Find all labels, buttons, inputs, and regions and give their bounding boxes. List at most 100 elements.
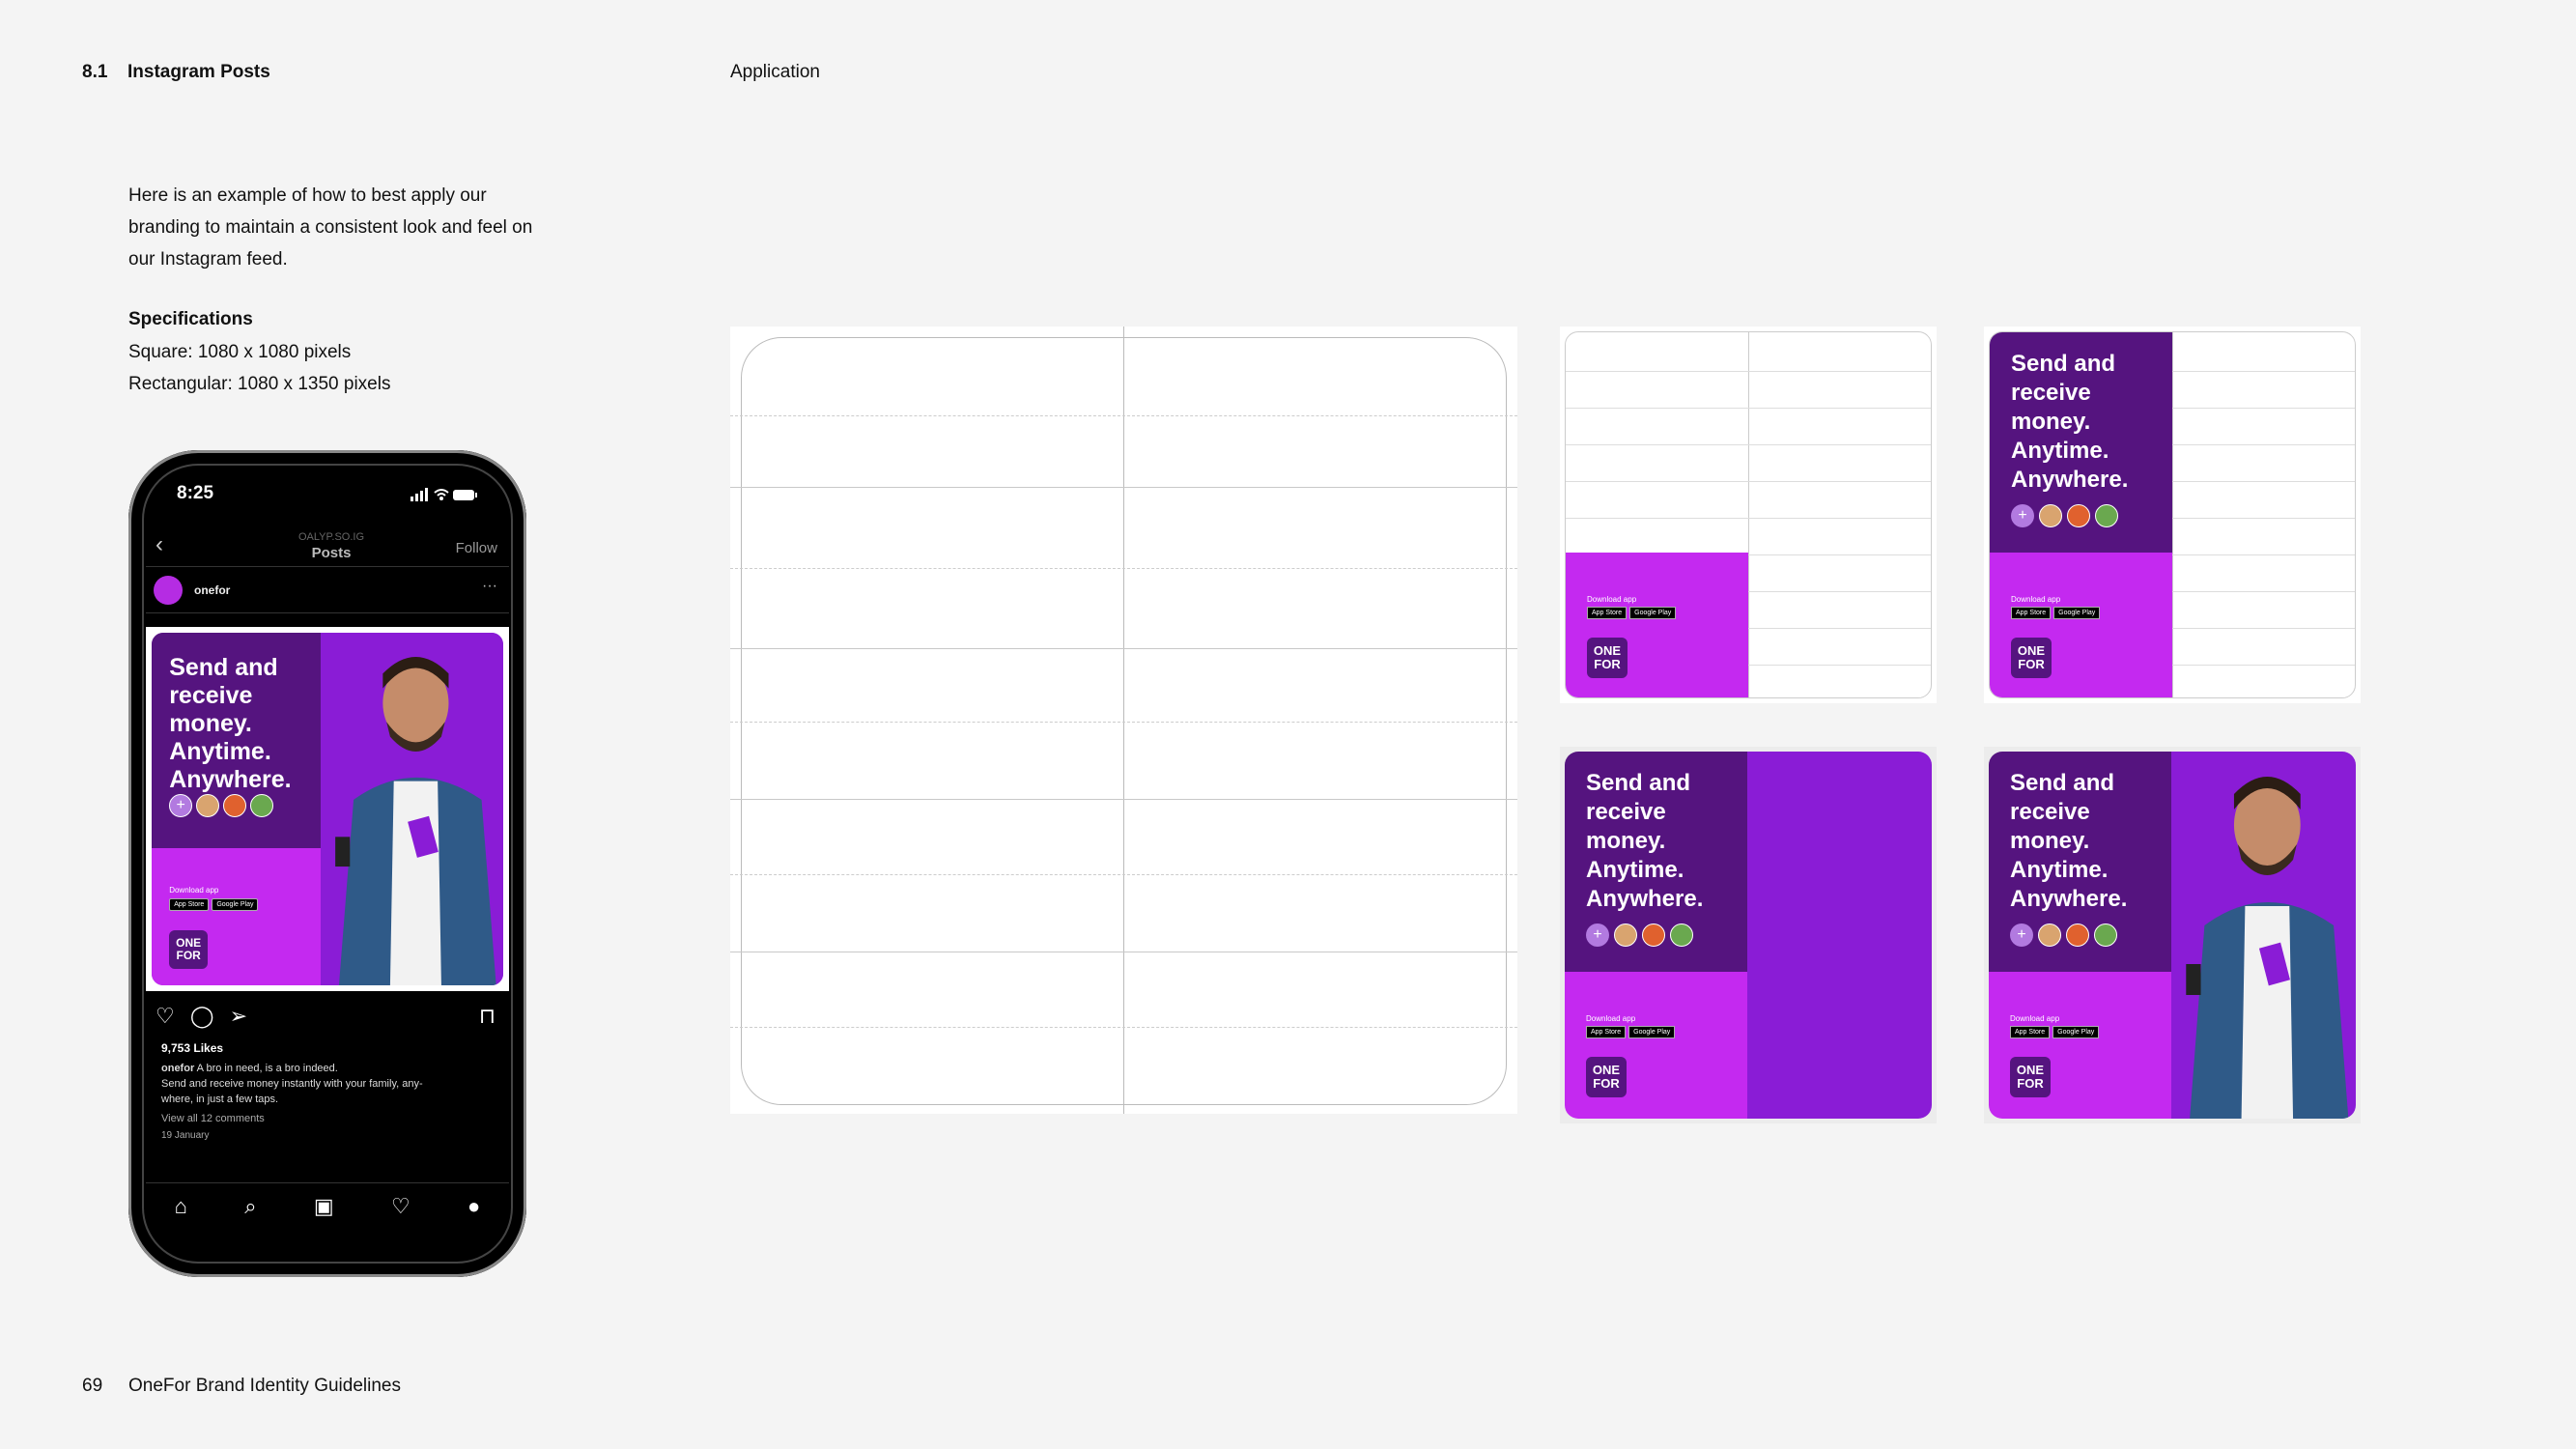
caption-username[interactable]: onefor bbox=[161, 1063, 194, 1074]
avatar bbox=[2066, 923, 2089, 947]
panel-dark: Send and receive money. Anytime. Anywher… bbox=[1990, 332, 2172, 553]
view-comments-link[interactable]: View all 12 comments bbox=[161, 1111, 490, 1126]
activity-heart-icon[interactable]: ♡ bbox=[391, 1194, 410, 1219]
heart-icon[interactable]: ♡ bbox=[156, 1004, 175, 1028]
plus-icon: + bbox=[2011, 504, 2034, 527]
google-play-badge[interactable]: Google Play bbox=[2052, 1026, 2100, 1038]
comment-icon[interactable]: ◯ bbox=[190, 1004, 214, 1028]
avatar[interactable] bbox=[154, 576, 183, 605]
signal-wifi-battery-icon bbox=[410, 488, 477, 501]
avatar bbox=[2095, 504, 2118, 527]
download-label: Download app bbox=[2011, 595, 2061, 604]
status-time: 8:25 bbox=[177, 483, 214, 503]
logo-line-2: FOR bbox=[1593, 1076, 1620, 1091]
application-label: Application bbox=[730, 62, 820, 82]
grid-row-line bbox=[1566, 408, 1931, 409]
instagram-post-image[interactable]: Send and receive money. Anytime. Anywher… bbox=[146, 627, 509, 991]
store-badges: App Store Google Play bbox=[2011, 607, 2101, 619]
onefor-logo: ONE FOR bbox=[2010, 1057, 2051, 1097]
store-badges: App Store Google Play bbox=[1586, 1026, 1676, 1038]
panel-magenta: Download app App Store Google Play ONE F… bbox=[1990, 553, 2172, 697]
spec-square: Square: 1080 x 1080 pixels bbox=[128, 342, 352, 362]
post-headline: Send and receive money. Anytime. Anywher… bbox=[2011, 351, 2129, 493]
divider bbox=[146, 1182, 509, 1183]
avatar bbox=[1642, 923, 1665, 947]
download-label: Download app bbox=[169, 886, 219, 895]
grid-row-line bbox=[730, 648, 1517, 649]
specifications-title: Specifications bbox=[128, 309, 253, 329]
post-headline: Send and receive money. Anytime. Anywher… bbox=[2010, 770, 2128, 912]
app-store-badge[interactable]: App Store bbox=[2010, 1026, 2051, 1038]
onefor-logo: ONE FOR bbox=[1586, 1057, 1627, 1097]
page-number: 69 bbox=[82, 1376, 103, 1396]
avatar-row: + bbox=[2011, 504, 2118, 527]
layout-step-2: Send and receive money. Anytime. Anywher… bbox=[1984, 327, 2361, 703]
caption-line-2: Send and receive money instantly with yo… bbox=[161, 1078, 423, 1090]
google-play-badge[interactable]: Google Play bbox=[1629, 607, 1677, 619]
store-badges: App Store Google Play bbox=[2010, 1026, 2100, 1038]
google-play-badge[interactable]: Google Play bbox=[1628, 1026, 1676, 1038]
app-store-badge[interactable]: App Store bbox=[1587, 607, 1628, 619]
grid-column-line bbox=[2172, 332, 2173, 697]
avatar-row: + bbox=[169, 794, 274, 817]
grid-subline bbox=[730, 722, 1517, 723]
panel-dark: Send and receive money. Anytime. Anywher… bbox=[1565, 752, 1747, 972]
grid-row-line bbox=[730, 799, 1517, 800]
search-icon[interactable]: ⌕ bbox=[244, 1194, 256, 1219]
caption-line-1: onefor A bro in need, is a bro indeed. bbox=[161, 1061, 490, 1076]
grid-subline bbox=[730, 1027, 1517, 1028]
person-photo bbox=[334, 656, 496, 985]
grid-row-line bbox=[1566, 371, 1931, 372]
section-number: 8.1 bbox=[82, 62, 108, 82]
layout-step-1: Download app App Store Google Play ONE F… bbox=[1560, 327, 1937, 703]
home-icon[interactable]: ⌂ bbox=[175, 1194, 187, 1219]
grid-row-line bbox=[730, 487, 1517, 488]
step-1-canvas: Download app App Store Google Play ONE F… bbox=[1565, 331, 1932, 698]
onefor-logo: ONE FOR bbox=[2011, 638, 2052, 678]
avatar-row: + bbox=[2010, 923, 2117, 947]
avatar bbox=[2067, 504, 2090, 527]
divider bbox=[146, 612, 509, 613]
app-store-badge[interactable]: App Store bbox=[2011, 607, 2052, 619]
more-options-button[interactable]: ··· bbox=[482, 578, 497, 595]
onefor-logo: ONE FOR bbox=[169, 930, 209, 969]
likes-count: 9,753 Likes bbox=[161, 1041, 224, 1055]
step-3-canvas: Send and receive money. Anytime. Anywher… bbox=[1565, 752, 1932, 1119]
screen-title: Posts bbox=[311, 545, 352, 561]
avatar bbox=[2039, 504, 2062, 527]
post-actions: ♡ ◯ ➢ bbox=[156, 1004, 247, 1029]
grid-subline bbox=[730, 415, 1517, 416]
onefor-logo: ONE FOR bbox=[1587, 638, 1628, 678]
layout-grid-large bbox=[730, 327, 1517, 1114]
post-username[interactable]: onefor bbox=[194, 583, 230, 597]
app-store-badge[interactable]: App Store bbox=[169, 898, 210, 911]
store-badges: App Store Google Play bbox=[169, 898, 259, 911]
divider bbox=[146, 566, 509, 567]
follow-button[interactable]: Follow bbox=[456, 540, 497, 556]
person-photo bbox=[2186, 777, 2349, 1119]
google-play-badge[interactable]: Google Play bbox=[2053, 607, 2101, 619]
logo-line-2: FOR bbox=[2017, 1076, 2044, 1091]
panel-magenta: Download app App Store Google Play ONE F… bbox=[1989, 972, 2171, 1119]
download-label: Download app bbox=[2010, 1014, 2060, 1023]
status-icons bbox=[410, 487, 478, 505]
logo-line-1: ONE bbox=[1593, 643, 1622, 658]
caption-line-3: where, in just a few taps. bbox=[161, 1094, 279, 1105]
phone-mockup: 8:25 ‹ OALYP.SO.IG Posts Follow onefor ·… bbox=[128, 450, 526, 1277]
back-button[interactable]: ‹ bbox=[156, 531, 163, 558]
post-headline: Send and receive money. Anytime. Anywher… bbox=[1586, 770, 1704, 912]
layout-final: Send and receive money. Anytime. Anywher… bbox=[1984, 747, 2361, 1123]
reels-icon[interactable]: ▣ bbox=[314, 1194, 334, 1219]
app-store-badge[interactable]: App Store bbox=[1586, 1026, 1627, 1038]
share-icon[interactable]: ➢ bbox=[230, 1004, 247, 1028]
bookmark-icon[interactable]: ⊓ bbox=[479, 1004, 495, 1029]
plus-icon: + bbox=[1586, 923, 1609, 947]
panel-dark: Send and receive money. Anytime. Anywher… bbox=[1989, 752, 2171, 972]
avatar bbox=[1670, 923, 1693, 947]
panel-violet bbox=[2171, 752, 2356, 1119]
google-play-badge[interactable]: Google Play bbox=[212, 898, 259, 911]
profile-avatar-icon[interactable]: ● bbox=[467, 1194, 480, 1219]
grid-row-line bbox=[1566, 444, 1931, 445]
grid-subline bbox=[730, 568, 1517, 569]
panel-violet bbox=[1747, 752, 1932, 1119]
